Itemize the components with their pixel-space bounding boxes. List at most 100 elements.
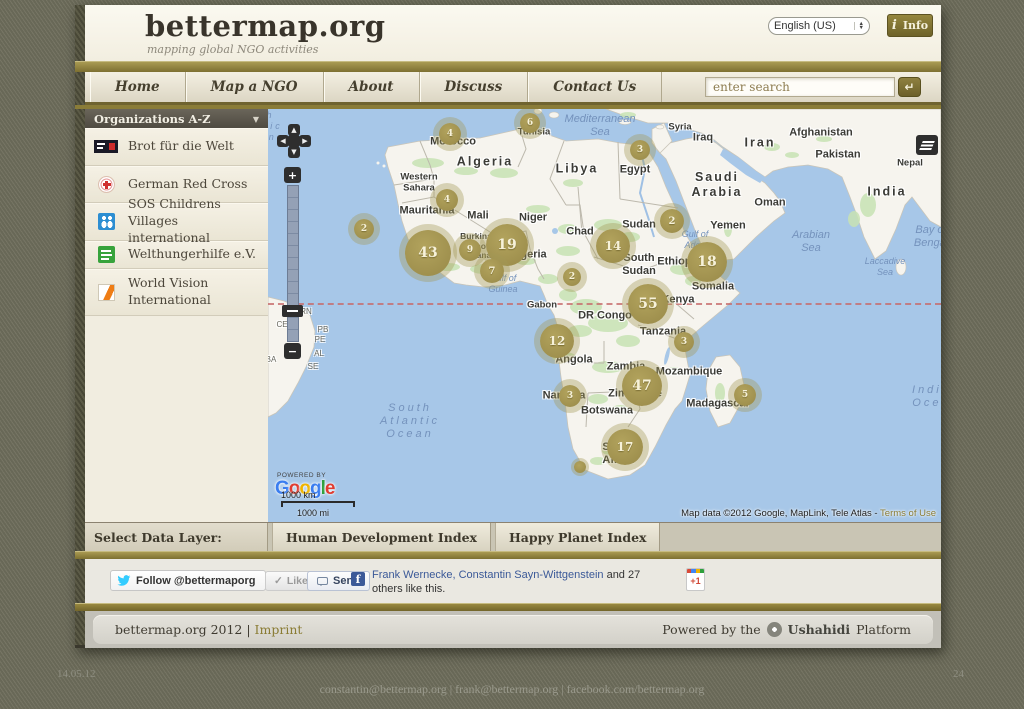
- nav-item-home[interactable]: Home: [90, 72, 186, 102]
- scale-bar-line: [281, 501, 355, 507]
- zoom-out-button[interactable]: −: [284, 343, 301, 359]
- select-stepper-icon: ▲ ▼: [853, 21, 864, 31]
- plusone-color-strip: [687, 569, 704, 573]
- wv-logo-icon: [93, 283, 119, 301]
- social-bar: Follow @bettermaporg ✓ Like Send f Frank…: [85, 559, 941, 603]
- footer-copyright: bettermap.org 2012 | Imprint: [115, 622, 303, 637]
- org-item-brot-f-r-die-welt[interactable]: Brot für die Welt: [85, 128, 268, 166]
- ushahidi-logo-icon: [766, 622, 782, 637]
- cluster-marker-9[interactable]: 9: [459, 239, 481, 261]
- cluster-marker-47[interactable]: 47: [622, 366, 662, 406]
- redcross-logo-icon: [93, 175, 119, 193]
- layers-icon: [919, 140, 935, 150]
- pan-down-icon[interactable]: ▼: [288, 146, 300, 158]
- nav-item-discuss[interactable]: Discuss: [420, 72, 529, 102]
- slide-contact-links: constantin@bettermap.org | frank@betterm…: [319, 682, 705, 696]
- map-pan-control[interactable]: ▲ ◀ ▶ ▼: [277, 124, 312, 159]
- page-left-edge: [75, 5, 85, 645]
- language-select-value: English (US): [774, 20, 836, 32]
- facebook-liker-names[interactable]: Frank Wernecke, Constantin Sayn-Wittgens…: [372, 569, 604, 581]
- sos-logo-icon: [93, 213, 119, 230]
- org-item-label: Brot für die Welt: [128, 138, 234, 154]
- cluster-marker-2[interactable]: 2: [354, 219, 374, 239]
- nav-item-about[interactable]: About: [324, 72, 420, 102]
- data-layer-tab-human-development-index[interactable]: Human Development Index: [272, 523, 491, 551]
- page-footer-strip: bettermap.org 2012 | Imprint Powered by …: [85, 611, 941, 648]
- return-arrow-icon: ↵: [904, 80, 915, 94]
- search-submit-button[interactable]: ↵: [898, 77, 921, 97]
- organizations-list: Brot für die Welt German Red Cross SOS Chi…: [85, 128, 268, 316]
- map-land-layer: [268, 109, 941, 480]
- data-layer-tabs: Human Development Index Happy Planet Inde…: [268, 523, 661, 551]
- facebook-likers-text: Frank Wernecke, Constantin Sayn-Wittgens…: [372, 569, 641, 595]
- org-item-world-vision[interactable]: World Vision International: [85, 269, 268, 316]
- pan-center[interactable]: [288, 135, 300, 147]
- cluster-marker-3[interactable]: 3: [674, 332, 694, 352]
- brot-logo-icon: [93, 140, 119, 153]
- cluster-marker-7[interactable]: 7: [480, 259, 504, 283]
- org-item-label: German Red Cross: [128, 175, 248, 191]
- terms-of-use-link[interactable]: Terms of Use: [880, 508, 936, 519]
- org-item-label: SOS Childrens Villages international: [128, 196, 221, 245]
- presentation-slide: bettermap.org mapping global NGO activit…: [0, 0, 1024, 709]
- facebook-icon: f: [351, 572, 365, 586]
- google-plusone-button[interactable]: +1: [686, 568, 705, 591]
- map-canvas[interactable]: MoroccoTunisiaAlgeriaLibyaEgyptWestern S…: [268, 109, 941, 522]
- zoom-slider-track[interactable]: [287, 185, 299, 342]
- zoom-slider-thumb[interactable]: [282, 305, 303, 317]
- cluster-marker-3[interactable]: 3: [630, 140, 650, 160]
- language-select[interactable]: English (US) ▲ ▼: [768, 17, 870, 35]
- page-footer-panel: bettermap.org 2012 | Imprint Powered by …: [93, 615, 933, 644]
- gold-band-top: [75, 61, 941, 72]
- cluster-marker-4[interactable]: 4: [436, 189, 458, 211]
- map-layers-button[interactable]: [916, 135, 938, 155]
- cluster-marker-14[interactable]: 14: [596, 229, 630, 263]
- site-logo: bettermap.org: [145, 9, 386, 43]
- browser-screenshot-page: bettermap.org mapping global NGO activit…: [75, 5, 941, 648]
- whh-logo-icon: [93, 246, 119, 263]
- org-item-welthungerhilfe-e-v[interactable]: Welthungerhilfe e.V.: [85, 241, 268, 269]
- slide-page-number: 24: [953, 668, 964, 680]
- site-tagline: mapping global NGO activities: [147, 43, 319, 56]
- cluster-marker-17[interactable]: 17: [607, 429, 643, 465]
- organizations-sidebar: Organizations A-Z ▼ Brot für die Welt Ger…: [85, 109, 268, 522]
- chevron-down-icon: ▼: [252, 113, 259, 124]
- site-header: bettermap.org mapping global NGO activit…: [85, 5, 941, 61]
- cluster-marker-2[interactable]: 2: [563, 268, 581, 286]
- nav-item-contact-us[interactable]: Contact Us: [528, 72, 663, 102]
- cluster-marker-6[interactable]: 6: [520, 113, 540, 133]
- zoom-in-button[interactable]: +: [284, 167, 301, 183]
- cluster-marker-12[interactable]: 12: [540, 324, 574, 358]
- info-button[interactable]: i Info: [887, 14, 933, 37]
- pan-right-icon[interactable]: ▶: [299, 135, 311, 147]
- speech-bubble-icon: [317, 577, 328, 586]
- equator-dashed-line: [268, 303, 941, 305]
- scale-mi: 1000 mi: [297, 508, 330, 518]
- cluster-marker-4[interactable]: 4: [439, 123, 461, 145]
- check-icon: ✓: [274, 575, 283, 587]
- cluster-marker-2[interactable]: 2: [660, 209, 684, 233]
- twitter-follow-button[interactable]: Follow @bettermaporg: [110, 570, 266, 591]
- cluster-marker-18[interactable]: 18: [687, 242, 727, 282]
- info-icon: i: [891, 18, 897, 33]
- org-item-label: World Vision International: [128, 275, 211, 307]
- org-item-sos-childrens-villages[interactable]: SOS Childrens Villages international: [85, 196, 268, 245]
- gold-band-mid: [75, 551, 941, 559]
- scale-km: 1000 km: [281, 490, 316, 500]
- footer-powered-by: Powered by the Ushahidi Platform: [662, 622, 911, 637]
- map-scale-bar: 1000 km 1000 mi: [281, 490, 355, 518]
- gold-band-bottom: [75, 603, 941, 611]
- search-input[interactable]: [705, 77, 895, 97]
- cluster-marker-5[interactable]: 5: [734, 384, 756, 406]
- data-layer-label: Select Data Layer:: [85, 523, 268, 551]
- cluster-marker-55[interactable]: 55: [628, 284, 668, 324]
- cluster-marker-dot[interactable]: [574, 461, 586, 473]
- imprint-link[interactable]: Imprint: [255, 622, 303, 637]
- nav-item-map-a-ngo[interactable]: Map a NGO: [186, 72, 324, 102]
- organizations-dropdown-header[interactable]: Organizations A-Z ▼: [85, 109, 268, 128]
- data-layer-tab-happy-planet-index[interactable]: Happy Planet Index: [494, 523, 661, 551]
- map-attribution: Map data ©2012 Google, MapLink, Tele Atl…: [681, 508, 936, 519]
- cluster-marker-43[interactable]: 43: [405, 230, 451, 276]
- cluster-marker-3[interactable]: 3: [559, 385, 581, 407]
- ushahidi-brand[interactable]: Ushahidi: [788, 622, 850, 637]
